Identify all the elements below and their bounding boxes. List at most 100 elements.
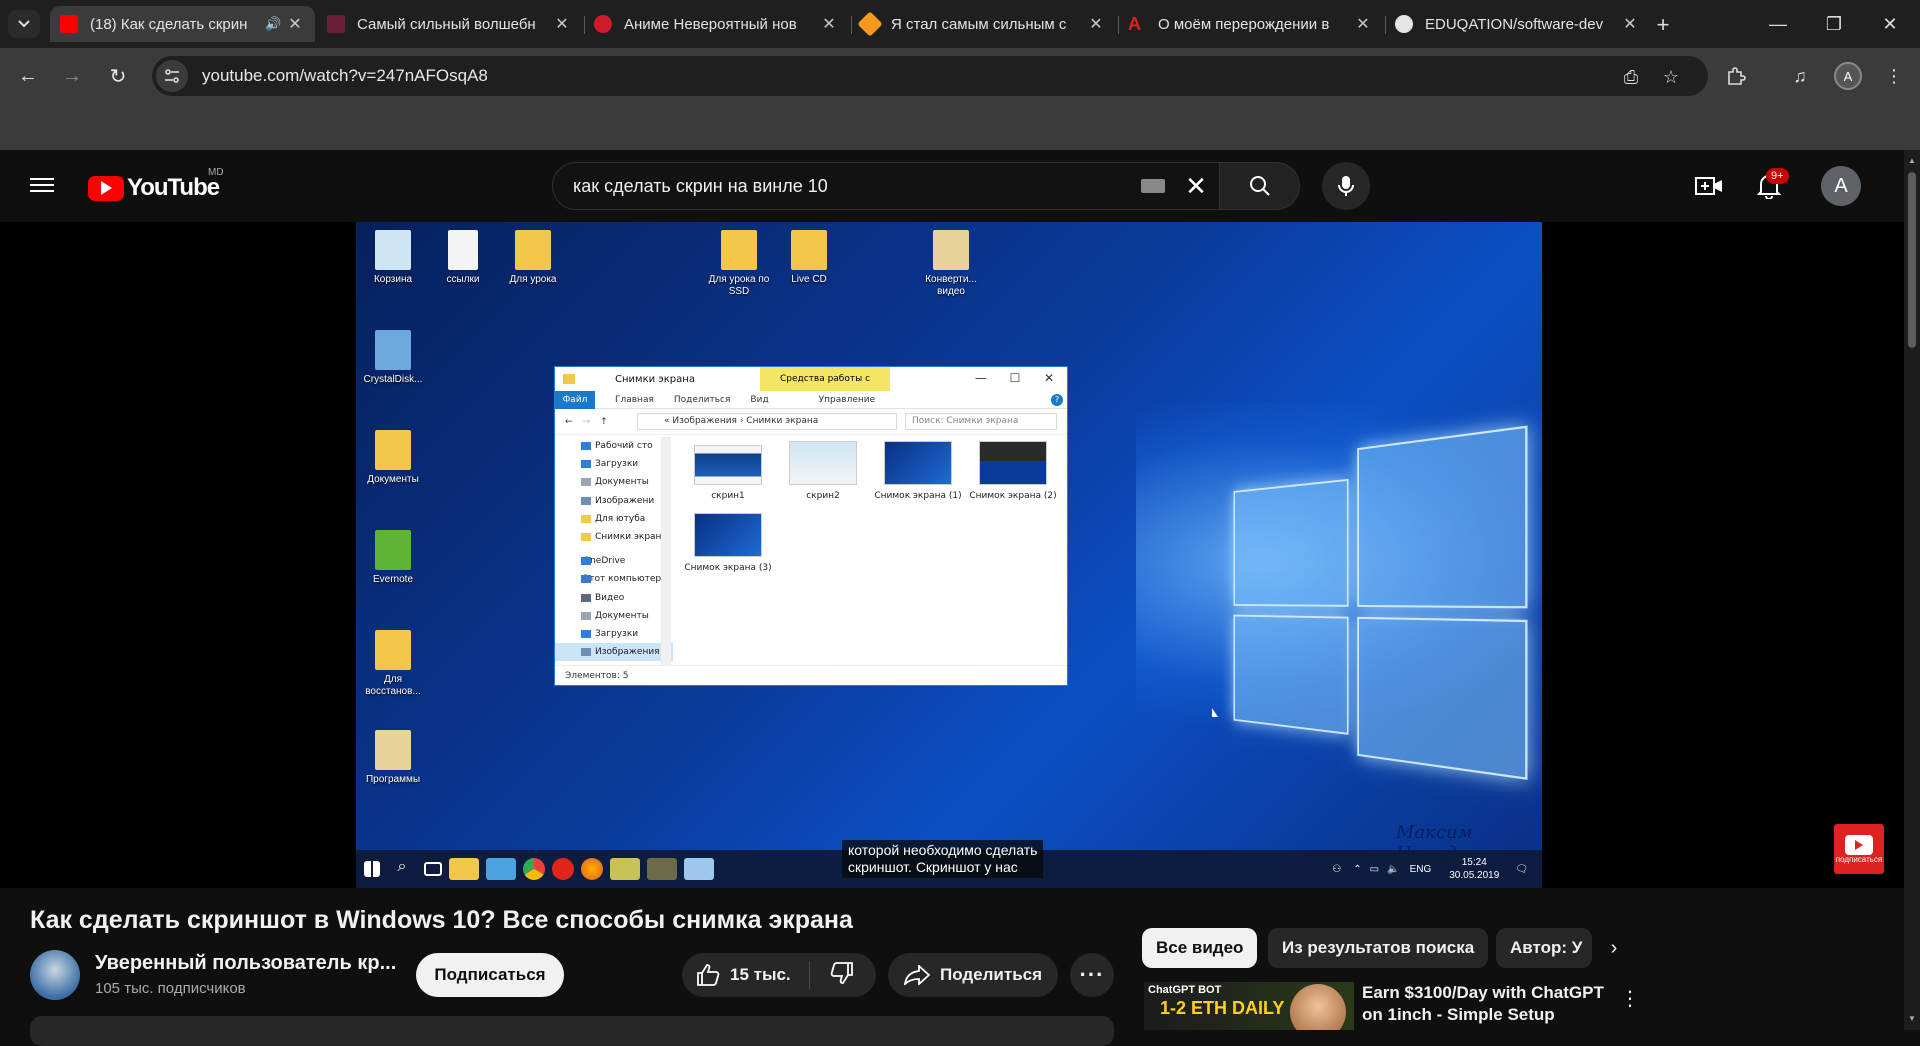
desktop-icon-recycle-bin[interactable]: Корзина: [358, 230, 428, 286]
nav-item[interactable]: Рабочий сто: [555, 437, 673, 455]
voice-search-button[interactable]: [1322, 162, 1370, 210]
channel-subscribe-watermark[interactable]: подписаться: [1834, 824, 1884, 874]
create-video-button[interactable]: [1693, 170, 1725, 202]
nav-item[interactable]: Снимки экрана: [555, 528, 673, 546]
reload-button[interactable]: ↻: [100, 58, 136, 94]
video-player[interactable]: Корзина ссылки Для урока Для урока по SS…: [0, 222, 1904, 888]
help-icon[interactable]: ?: [1051, 394, 1063, 406]
browser-tab-2[interactable]: Аниме Невероятный нов ✕: [584, 6, 849, 42]
search-query[interactable]: как сделать скрин на винле 10: [573, 176, 1141, 197]
file-thumbnail[interactable]: Снимок экрана (3): [683, 513, 773, 574]
tray-language[interactable]: ENG: [1410, 864, 1432, 875]
browser-tab-5[interactable]: EDUQATION/software-dev ✕: [1385, 6, 1650, 42]
close-tab-icon[interactable]: ✕: [1088, 14, 1104, 34]
chip-from-search[interactable]: Из результатов поиска: [1268, 928, 1489, 968]
hamburger-menu-icon[interactable]: [30, 174, 54, 198]
ribbon-tab-share[interactable]: Поделиться: [674, 395, 731, 405]
windows-start-icon[interactable]: [364, 861, 380, 877]
kebab-menu-icon[interactable]: ⋮: [1880, 62, 1908, 90]
dislike-button[interactable]: [810, 961, 854, 989]
ribbon-tab-file[interactable]: Файл: [555, 390, 595, 409]
search-input[interactable]: как сделать скрин на винле 10 ✕: [552, 162, 1220, 210]
chrome-icon[interactable]: [523, 858, 545, 880]
desktop-icon-ssd-folder[interactable]: Для урока по SSD: [704, 230, 774, 298]
ribbon-tab-home[interactable]: Главная: [615, 395, 654, 405]
desktop-icon-restore-folder[interactable]: Для восстанов...: [358, 630, 428, 698]
browser-tab-3[interactable]: Я стал самым сильным с ✕: [851, 6, 1116, 42]
search-button[interactable]: [1220, 162, 1300, 210]
up-arrow-icon[interactable]: ↑: [600, 417, 608, 427]
explorer-search-input[interactable]: Поиск: Снимки экрана: [905, 413, 1057, 430]
youtube-logo[interactable]: YouTube MD: [88, 167, 224, 202]
browser-tab-0[interactable]: (18) Как сделать скрин 🔊 ✕: [50, 6, 315, 42]
desktop-icon-evernote[interactable]: Evernote: [358, 530, 428, 586]
back-arrow-icon[interactable]: ←: [565, 417, 573, 427]
explorer-path[interactable]: « Изображения › Снимки экрана: [637, 413, 897, 430]
nav-scrollbar[interactable]: [661, 437, 671, 665]
forward-button[interactable]: →: [54, 58, 90, 94]
share-button[interactable]: Поделиться: [888, 953, 1058, 997]
search-icon[interactable]: ⌕: [387, 858, 417, 880]
restore-button[interactable]: ❐: [1814, 10, 1854, 38]
volume-icon[interactable]: 🔈: [1387, 864, 1399, 875]
file-thumbnail[interactable]: Снимок экрана (1): [873, 441, 963, 502]
close-tab-icon[interactable]: ✕: [554, 14, 570, 34]
ad-thumbnail[interactable]: ChatGPT BOT 1-2 ETH DAILY: [1144, 982, 1354, 1030]
close-icon[interactable]: ✕: [1037, 371, 1061, 385]
task-view-icon[interactable]: [424, 862, 442, 876]
account-avatar[interactable]: A: [1821, 166, 1861, 206]
nav-item[interactable]: Изображени: [555, 492, 673, 510]
app-icon[interactable]: [647, 858, 677, 880]
nav-item[interactable]: Загрузки: [555, 625, 673, 643]
file-thumbnail[interactable]: скрин2: [778, 441, 868, 502]
nav-item[interactable]: Загрузки: [555, 455, 673, 473]
forward-arrow-icon[interactable]: →: [583, 417, 591, 427]
scroll-down-icon[interactable]: ▼: [1907, 1014, 1917, 1024]
picture-tools-tab[interactable]: Средства работы с рисунками: [760, 367, 890, 408]
ad-title[interactable]: Earn $3100/Day with ChatGPT on 1inch - S…: [1362, 982, 1622, 1026]
page-scrollbar[interactable]: ▲ ▼: [1904, 150, 1920, 1030]
file-thumbnail[interactable]: Снимок экрана (2): [968, 441, 1058, 502]
ribbon-tab-manage[interactable]: Управление: [819, 395, 875, 405]
channel-name[interactable]: Уверенный пользователь кр...: [95, 952, 396, 975]
url-text[interactable]: youtube.com/watch?v=247nAFOsqA8: [202, 66, 488, 86]
nav-item[interactable]: Этот компьютер: [555, 570, 673, 588]
bookmark-star-icon[interactable]: ☆: [1660, 66, 1682, 88]
media-control-icon[interactable]: ♫: [1786, 62, 1814, 90]
keyboard-icon[interactable]: [1141, 179, 1165, 193]
browser-tab-4[interactable]: A О моём перерождении в ✕: [1118, 6, 1383, 42]
new-tab-button[interactable]: +: [1648, 10, 1678, 40]
browser-profile-avatar[interactable]: A: [1834, 62, 1862, 90]
scroll-up-icon[interactable]: ▲: [1907, 156, 1917, 166]
desktop-icon-links[interactable]: ссылки: [428, 230, 498, 286]
video-frame[interactable]: Корзина ссылки Для урока Для урока по SS…: [356, 222, 1542, 888]
save-icon[interactable]: [486, 858, 516, 880]
chevron-right-icon[interactable]: ›: [1600, 934, 1628, 962]
speaker-icon[interactable]: 🔊: [265, 16, 281, 32]
ribbon-tab-view[interactable]: Вид: [750, 395, 768, 405]
kebab-menu-icon[interactable]: ⋮: [1620, 986, 1640, 1010]
close-tab-icon[interactable]: ✕: [287, 14, 303, 34]
close-tab-icon[interactable]: ✕: [1622, 14, 1638, 34]
chip-author[interactable]: Автор: У: [1496, 928, 1592, 968]
people-icon[interactable]: ⚇: [1332, 864, 1341, 875]
desktop-icon-lesson-folder[interactable]: Для урока: [498, 230, 568, 286]
file-explorer-window[interactable]: Снимки экрана Средства работы с рисункам…: [554, 366, 1068, 686]
nav-item[interactable]: Для ютуба: [555, 510, 673, 528]
file-thumbnail[interactable]: скрин1: [683, 445, 773, 502]
browser-tab-1[interactable]: Самый сильный волшебн ✕: [317, 6, 582, 42]
action-center-icon[interactable]: 🗨: [1515, 864, 1528, 875]
close-tab-icon[interactable]: ✕: [821, 14, 837, 34]
nav-item[interactable]: Документы: [555, 607, 673, 625]
network-icon[interactable]: ▭: [1370, 864, 1379, 875]
snipping-tool-icon[interactable]: [684, 858, 714, 880]
desktop-icon-livecd[interactable]: Live CD: [774, 230, 844, 286]
desktop-icon-documents[interactable]: Документы: [358, 430, 428, 486]
maximize-icon[interactable]: ☐: [1003, 371, 1027, 385]
minimize-icon[interactable]: —: [969, 371, 993, 385]
desktop-icon-programs[interactable]: Программы: [358, 730, 428, 786]
chip-all-videos[interactable]: Все видео: [1142, 928, 1258, 968]
subscribe-button[interactable]: Подписаться: [416, 953, 564, 997]
nav-item[interactable]: OneDrive: [555, 552, 673, 570]
description-box[interactable]: [30, 1016, 1114, 1046]
